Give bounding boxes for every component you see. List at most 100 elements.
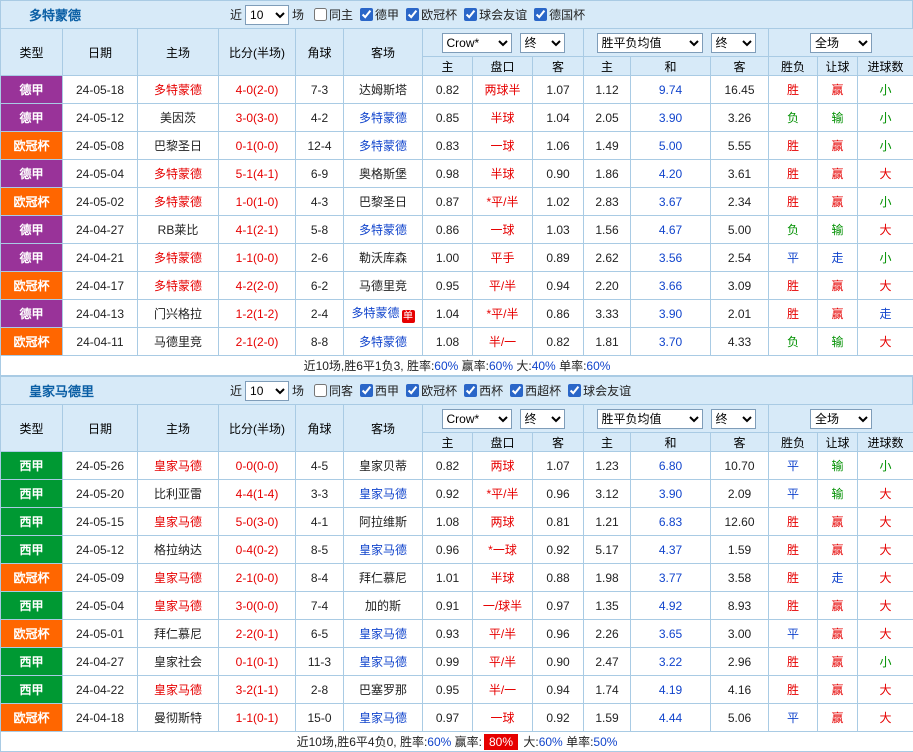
checkbox-input[interactable]	[464, 8, 477, 21]
away-team-name[interactable]: 皇家马德	[359, 655, 407, 669]
avg-home-odds: 3.33	[584, 300, 631, 328]
away-team-name[interactable]: 巴黎圣日	[359, 195, 407, 209]
filter-checkbox[interactable]: 同客	[314, 382, 353, 399]
avg-stage-select[interactable]: 终	[711, 409, 756, 429]
checkbox-input[interactable]	[534, 8, 547, 21]
score[interactable]: 4-4(1-4)	[219, 480, 296, 508]
score[interactable]: 0-1(0-0)	[219, 132, 296, 160]
checkbox-input[interactable]	[406, 8, 419, 21]
home-team-name[interactable]: 多特蒙德	[154, 195, 202, 209]
score[interactable]: 2-2(0-1)	[219, 620, 296, 648]
match-row: 欧冠杯24-04-11马德里竞2-1(2-0)8-8多特蒙德1.08半/一0.8…	[1, 328, 913, 356]
score[interactable]: 4-1(2-1)	[219, 216, 296, 244]
scope-select[interactable]: 全场	[810, 409, 872, 429]
filter-checkbox[interactable]: 球会友谊	[464, 6, 527, 23]
scope-select[interactable]: 全场	[810, 33, 872, 53]
checkbox-input[interactable]	[510, 384, 523, 397]
score[interactable]: 2-1(2-0)	[219, 328, 296, 356]
away-team-name[interactable]: 马德里竞	[359, 279, 407, 293]
checkbox-input[interactable]	[406, 384, 419, 397]
away-team-name[interactable]: 多特蒙德	[351, 306, 399, 320]
away-team-name[interactable]: 达姆斯塔	[359, 83, 407, 97]
score[interactable]: 4-0(2-0)	[219, 76, 296, 104]
home-team-name[interactable]: 皇家马德	[154, 459, 202, 473]
home-team-name[interactable]: 多特蒙德	[154, 83, 202, 97]
avg-home-odds: 2.47	[584, 648, 631, 676]
score[interactable]: 0-4(0-2)	[219, 536, 296, 564]
home-team-name[interactable]: 格拉纳达	[154, 543, 202, 557]
away-team-name[interactable]: 奥格斯堡	[359, 167, 407, 181]
checkbox-input[interactable]	[314, 384, 327, 397]
filter-checkbox[interactable]: 西超杯	[510, 382, 561, 399]
away-team-name[interactable]: 勒沃库森	[359, 251, 407, 265]
filter-checkbox[interactable]: 欧冠杯	[406, 6, 457, 23]
away-team-name[interactable]: 拜仁慕尼	[359, 571, 407, 585]
checkbox-input[interactable]	[360, 384, 373, 397]
away-team-name[interactable]: 皇家马德	[359, 627, 407, 641]
bookmaker-select[interactable]: Crow*	[442, 33, 512, 53]
home-team-name[interactable]: 拜仁慕尼	[154, 627, 202, 641]
checkbox-input[interactable]	[360, 8, 373, 21]
away-team-name[interactable]: 皇家马德	[359, 543, 407, 557]
home-team-name[interactable]: 门兴格拉	[154, 307, 202, 321]
avg-stage-select[interactable]: 终	[711, 33, 756, 53]
home-team-name[interactable]: 多特蒙德	[154, 167, 202, 181]
avg-odds-select[interactable]: 胜平负均值	[597, 409, 703, 429]
checkbox-input[interactable]	[464, 384, 477, 397]
score[interactable]: 0-0(0-0)	[219, 452, 296, 480]
score[interactable]: 1-1(0-1)	[219, 704, 296, 732]
home-team-name[interactable]: 皇家马德	[154, 571, 202, 585]
score[interactable]: 2-1(0-0)	[219, 564, 296, 592]
home-team-name[interactable]: RB莱比	[158, 223, 199, 237]
score[interactable]: 5-1(4-1)	[219, 160, 296, 188]
away-team-name[interactable]: 皇家马德	[359, 711, 407, 725]
checkbox-input[interactable]	[314, 8, 327, 21]
away-team-name[interactable]: 阿拉维斯	[359, 515, 407, 529]
handicap-stage-select[interactable]: 终	[520, 409, 565, 429]
home-team-name[interactable]: 美因茨	[160, 111, 196, 125]
home-team-name[interactable]: 皇家社会	[154, 655, 202, 669]
filter-checkbox[interactable]: 德国杯	[534, 6, 585, 23]
away-team-name[interactable]: 多特蒙德	[359, 335, 407, 349]
home-team-name[interactable]: 多特蒙德	[154, 279, 202, 293]
filter-checkbox[interactable]: 同主	[314, 6, 353, 23]
home-team-name[interactable]: 皇家马德	[154, 683, 202, 697]
away-team-name[interactable]: 加的斯	[365, 599, 401, 613]
filter-checkbox[interactable]: 德甲	[360, 6, 399, 23]
avg-odds-select[interactable]: 胜平负均值	[597, 33, 703, 53]
home-team-name[interactable]: 曼彻斯特	[154, 711, 202, 725]
filter-checkbox[interactable]: 西杯	[464, 382, 503, 399]
home-team-name[interactable]: 巴黎圣日	[154, 139, 202, 153]
score[interactable]: 3-0(0-0)	[219, 592, 296, 620]
score[interactable]: 5-0(3-0)	[219, 508, 296, 536]
home-team-name[interactable]: 马德里竞	[154, 335, 202, 349]
checkbox-input[interactable]	[568, 384, 581, 397]
score[interactable]: 0-1(0-1)	[219, 648, 296, 676]
home-team-name[interactable]: 多特蒙德	[154, 251, 202, 265]
match-date: 24-05-26	[63, 452, 138, 480]
score[interactable]: 3-0(3-0)	[219, 104, 296, 132]
handicap-stage-select[interactable]: 终	[520, 33, 565, 53]
score[interactable]: 1-1(0-0)	[219, 244, 296, 272]
recent-count-select[interactable]: 10	[245, 5, 289, 25]
filter-checkbox[interactable]: 球会友谊	[568, 382, 631, 399]
away-team-cell: 拜仁慕尼	[344, 564, 423, 592]
away-team-name[interactable]: 皇家贝蒂	[359, 459, 407, 473]
away-team-name[interactable]: 多特蒙德	[359, 223, 407, 237]
score[interactable]: 1-2(1-2)	[219, 300, 296, 328]
away-team-name[interactable]: 多特蒙德	[359, 111, 407, 125]
score[interactable]: 3-2(1-1)	[219, 676, 296, 704]
away-team-name[interactable]: 巴塞罗那	[359, 683, 407, 697]
home-team-name[interactable]: 皇家马德	[154, 599, 202, 613]
recent-count-select[interactable]: 10	[245, 381, 289, 401]
home-team-name[interactable]: 皇家马德	[154, 515, 202, 529]
single-bet-icon[interactable]: 单	[402, 310, 415, 323]
away-team-name[interactable]: 皇家马德	[359, 487, 407, 501]
filter-checkbox[interactable]: 欧冠杯	[406, 382, 457, 399]
bookmaker-select[interactable]: Crow*	[442, 409, 512, 429]
filter-checkbox[interactable]: 西甲	[360, 382, 399, 399]
away-team-name[interactable]: 多特蒙德	[359, 139, 407, 153]
home-team-name[interactable]: 比利亚雷	[154, 487, 202, 501]
score[interactable]: 1-0(1-0)	[219, 188, 296, 216]
score[interactable]: 4-2(2-0)	[219, 272, 296, 300]
